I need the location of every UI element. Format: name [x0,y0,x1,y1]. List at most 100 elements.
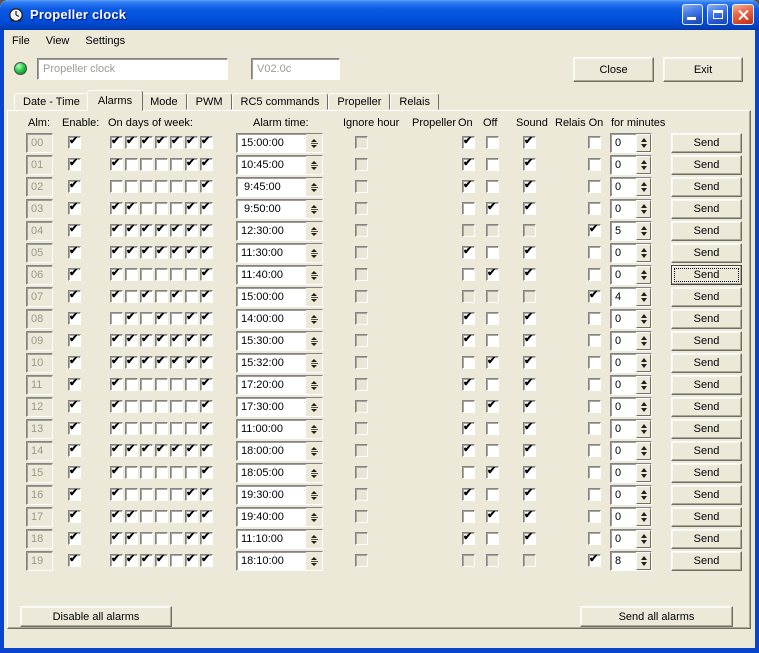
weekday-1-checkbox[interactable] [110,312,123,325]
minutes-input[interactable]: 0 [610,265,652,285]
propeller-off-checkbox[interactable]: ✔ [486,465,499,479]
weekday-7-checkbox[interactable]: ✔ [200,465,213,479]
weekday-2-checkbox[interactable] [125,158,138,171]
weekday-7-checkbox[interactable]: ✔ [200,355,213,369]
time-spinner[interactable] [306,486,322,504]
weekday-6-checkbox[interactable] [185,180,198,193]
weekday-5-checkbox[interactable] [170,466,183,479]
relais-on-checkbox[interactable] [588,532,601,545]
weekday-2-checkbox[interactable]: ✔ [125,223,138,237]
weekday-6-checkbox[interactable] [185,422,198,435]
weekday-6-checkbox[interactable]: ✔ [185,553,198,567]
weekday-1-checkbox[interactable]: ✔ [110,443,123,457]
propeller-off-checkbox[interactable] [486,532,499,545]
minutes-spinner[interactable] [636,244,651,262]
sound-checkbox[interactable]: ✔ [523,135,536,149]
minutes-input[interactable]: 0 [610,199,652,219]
send-button[interactable]: Send [671,485,742,505]
weekday-4-checkbox[interactable]: ✔ [155,355,168,369]
alarm-time-input[interactable]: 15:00:00 [236,133,323,153]
weekday-1-checkbox[interactable]: ✔ [110,399,123,413]
minutes-spinner[interactable] [636,200,651,218]
weekday-5-checkbox[interactable]: ✔ [170,355,183,369]
weekday-5-checkbox[interactable]: ✔ [170,223,183,237]
alarm-time-input[interactable]: 15:30:00 [236,331,323,351]
relais-on-checkbox[interactable] [588,422,601,435]
time-spinner[interactable] [306,552,322,570]
propeller-on-checkbox[interactable]: ✔ [462,245,475,259]
send-button[interactable]: Send [671,331,742,351]
weekday-5-checkbox[interactable] [170,488,183,501]
minutes-input[interactable]: 0 [610,353,652,373]
time-spinner[interactable] [306,200,322,218]
weekday-4-checkbox[interactable] [155,202,168,215]
minutes-spinner[interactable] [636,354,651,372]
weekday-1-checkbox[interactable]: ✔ [110,267,123,281]
minutes-input[interactable]: 0 [610,419,652,439]
weekday-1-checkbox[interactable]: ✔ [110,245,123,259]
minutes-spinner[interactable] [636,222,651,240]
propeller-on-checkbox[interactable] [462,268,475,281]
enable-checkbox[interactable]: ✔ [68,487,81,501]
weekday-4-checkbox[interactable]: ✔ [155,443,168,457]
alarm-time-input[interactable]: 11:10:00 [236,529,323,549]
weekday-1-checkbox[interactable] [110,180,123,193]
minutes-spinner[interactable] [636,530,651,548]
weekday-6-checkbox[interactable]: ✔ [185,487,198,501]
weekday-4-checkbox[interactable]: ✔ [155,553,168,567]
time-spinner[interactable] [306,420,322,438]
propeller-on-checkbox[interactable] [462,466,475,479]
send-button[interactable]: Send [671,529,742,549]
time-spinner[interactable] [306,354,322,372]
propeller-on-checkbox[interactable]: ✔ [462,333,475,347]
send-button[interactable]: Send [671,155,742,175]
tab-propeller[interactable]: Propeller [328,93,391,110]
enable-checkbox[interactable]: ✔ [68,223,81,237]
relais-on-checkbox[interactable] [588,136,601,149]
minutes-input[interactable]: 0 [610,155,652,175]
weekday-6-checkbox[interactable]: ✔ [185,201,198,215]
sound-checkbox[interactable]: ✔ [523,333,536,347]
alarm-time-input[interactable]: 18:05:00 [236,463,323,483]
enable-checkbox[interactable]: ✔ [68,553,81,567]
weekday-1-checkbox[interactable]: ✔ [110,135,123,149]
sound-checkbox[interactable]: ✔ [523,487,536,501]
weekday-5-checkbox[interactable] [170,312,183,325]
propeller-off-checkbox[interactable] [486,246,499,259]
weekday-7-checkbox[interactable]: ✔ [200,377,213,391]
enable-checkbox[interactable]: ✔ [68,135,81,149]
weekday-1-checkbox[interactable]: ✔ [110,465,123,479]
send-button[interactable]: Send [671,199,742,219]
minutes-input[interactable]: 8 [610,551,652,571]
sound-checkbox[interactable]: ✔ [523,245,536,259]
weekday-3-checkbox[interactable]: ✔ [140,135,153,149]
weekday-1-checkbox[interactable]: ✔ [110,421,123,435]
alarm-time-input[interactable]: 15:32:00 [236,353,323,373]
relais-on-checkbox[interactable] [588,158,601,171]
sound-checkbox[interactable]: ✔ [523,509,536,523]
relais-on-checkbox[interactable]: ✔ [588,223,601,237]
minutes-spinner[interactable] [636,442,651,460]
weekday-3-checkbox[interactable] [140,466,153,479]
minutes-spinner[interactable] [636,376,651,394]
minutes-input[interactable]: 5 [610,221,652,241]
propeller-off-checkbox[interactable] [486,334,499,347]
sound-checkbox[interactable]: ✔ [523,201,536,215]
weekday-6-checkbox[interactable]: ✔ [185,157,198,171]
propeller-on-checkbox[interactable]: ✔ [462,421,475,435]
relais-on-checkbox[interactable] [588,488,601,501]
weekday-3-checkbox[interactable] [140,378,153,391]
send-button[interactable]: Send [671,353,742,373]
propeller-off-checkbox[interactable]: ✔ [486,267,499,281]
weekday-1-checkbox[interactable]: ✔ [110,333,123,347]
relais-on-checkbox[interactable] [588,466,601,479]
alarm-time-input[interactable]: 12:30:00 [236,221,323,241]
relais-on-checkbox[interactable] [588,356,601,369]
minutes-spinner[interactable] [636,486,651,504]
weekday-3-checkbox[interactable]: ✔ [140,333,153,347]
sound-checkbox[interactable]: ✔ [523,179,536,193]
weekday-2-checkbox[interactable]: ✔ [125,135,138,149]
weekday-4-checkbox[interactable]: ✔ [155,223,168,237]
time-spinner[interactable] [306,508,322,526]
minutes-input[interactable]: 0 [610,463,652,483]
